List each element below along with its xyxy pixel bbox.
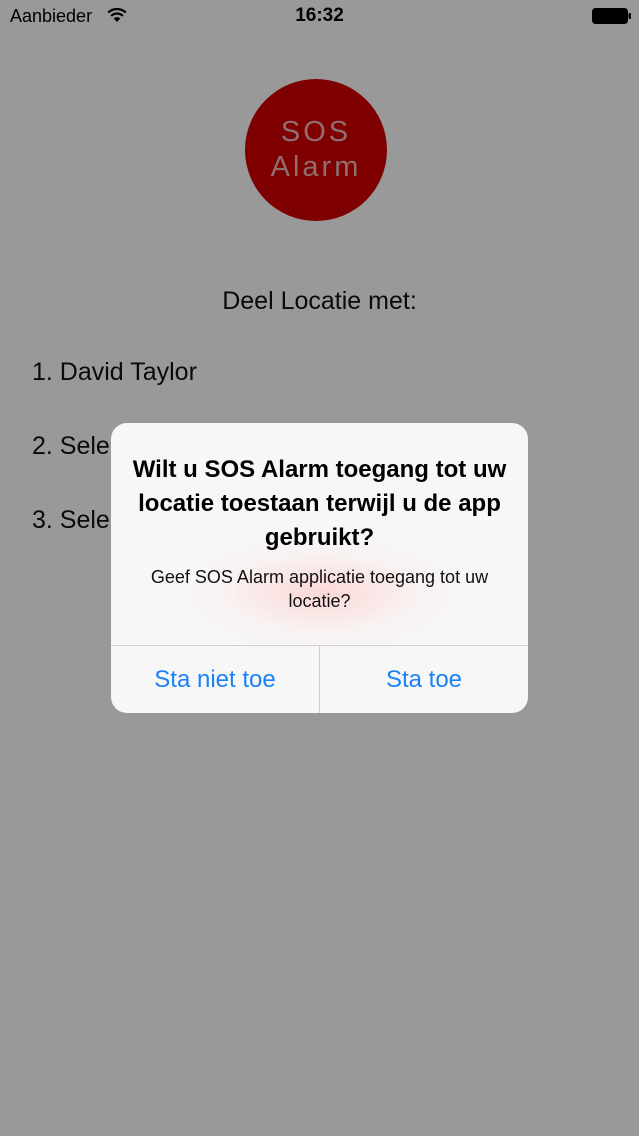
- deny-button[interactable]: Sta niet toe: [111, 646, 319, 713]
- alert-message: Geef SOS Alarm applicatie toegang tot uw…: [150, 567, 489, 611]
- alert-title: Wilt u SOS Alarm toegang tot uw locatie …: [132, 456, 507, 551]
- location-permission-alert: Wilt u SOS Alarm toegang tot uw locatie …: [111, 423, 528, 713]
- allow-button[interactable]: Sta toe: [320, 646, 528, 713]
